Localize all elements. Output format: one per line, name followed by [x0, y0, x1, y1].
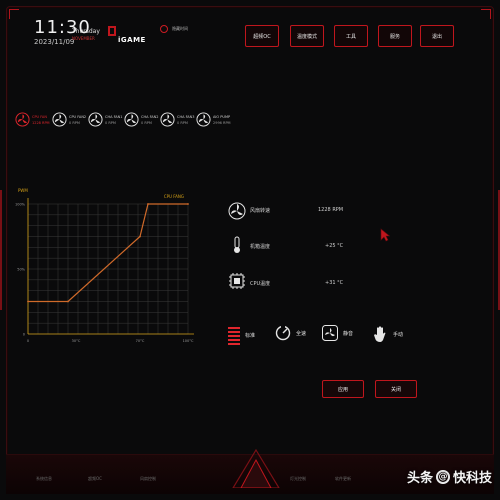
- x-tick-label: 30°C: [72, 339, 81, 343]
- close-button[interactable]: 关闭: [375, 380, 417, 398]
- fan-name: CHA FAN1: [105, 114, 123, 119]
- x-tick-label: 70°C: [136, 339, 145, 343]
- fan-selector-4[interactable]: CHA FAN3 0 RPM: [160, 112, 195, 127]
- curve-point: [147, 203, 149, 205]
- mode-fullspeed-button[interactable]: 全速: [275, 325, 306, 341]
- fan-icon: [196, 112, 211, 127]
- y-tick-label: 50%: [17, 268, 25, 272]
- fan-rpm: 0 RPM: [141, 120, 152, 125]
- side-decoration: [0, 190, 2, 310]
- frame-corner: [9, 9, 19, 19]
- mode-manual-label: 手动: [393, 331, 404, 338]
- bottom-label-2[interactable]: 风扇控制: [140, 476, 156, 482]
- mode-standard-label: 标准: [245, 332, 256, 339]
- bars-icon: [228, 327, 240, 345]
- x-tick-label: 0: [27, 339, 29, 343]
- fan-rpm: 1228 RPM: [32, 120, 50, 125]
- series-label: CPU FANG: [164, 194, 184, 199]
- fan-selector-3[interactable]: CHA FAN2 0 RPM: [124, 112, 159, 127]
- fan-icon: [160, 112, 175, 127]
- bottom-triangle-decoration: [232, 448, 280, 488]
- thermometer-icon: [234, 236, 240, 253]
- fan-name: AIO PUMP: [213, 114, 231, 119]
- fan-rpm: 0 RPM: [177, 120, 188, 125]
- y-tick-label: 100%: [15, 203, 26, 207]
- y-tick-label: 0: [23, 333, 25, 337]
- fan-name: CHA FAN3: [177, 114, 195, 119]
- bottom-label-1[interactable]: 超频OC: [88, 476, 102, 482]
- cpu-chip-icon: [229, 273, 245, 289]
- mode-quiet-label: 静音: [343, 330, 354, 337]
- curve-point: [187, 203, 189, 205]
- fan-speed-value: 1228 RPM: [318, 207, 344, 213]
- at-icon: @: [435, 469, 450, 484]
- fan-rpm: 0 RPM: [105, 120, 116, 125]
- cpu-temp-label: CPU温度: [250, 281, 271, 287]
- mode-standard-button[interactable]: 标准: [228, 325, 255, 345]
- fan-selector-5[interactable]: AIO PUMP 2996 RPM: [196, 112, 231, 127]
- fan-quiet-icon: [322, 325, 338, 341]
- gauge-icon: [275, 325, 291, 341]
- mode-manual-button[interactable]: 手动: [372, 325, 403, 343]
- fan-selector-0[interactable]: CPU FAN 1228 RPM: [15, 112, 50, 127]
- cpu-temp-value: +31 °C: [325, 280, 344, 286]
- fan-icon: [124, 112, 139, 127]
- bottom-label-3[interactable]: 灯光控制: [290, 476, 306, 482]
- fan-name: CHA FAN2: [141, 114, 159, 119]
- toggle-time-checkbox[interactable]: [160, 25, 168, 33]
- bottom-label-4[interactable]: 软件更新: [335, 476, 351, 482]
- curve-point: [67, 300, 69, 303]
- nav-button-3[interactable]: 服务: [378, 25, 412, 47]
- curve-point: [139, 235, 141, 238]
- nav-button-4[interactable]: 退出: [420, 25, 454, 47]
- fan-selector-1[interactable]: CPU FAN2 0 RPM: [52, 112, 86, 127]
- case-temp-label: 机箱温度: [250, 244, 271, 250]
- mouse-cursor-icon: [380, 228, 390, 242]
- fan-speed-label: 风扇转速: [250, 208, 271, 214]
- fan-name: CPU FAN: [32, 114, 47, 119]
- weekday: Thursday: [72, 28, 100, 35]
- fan-selector-2[interactable]: CHA FAN1 0 RPM: [88, 112, 123, 127]
- nav-button-0[interactable]: 超频OC: [245, 25, 279, 47]
- apply-button[interactable]: 应用: [322, 380, 364, 398]
- hand-icon: [374, 326, 386, 342]
- bottom-label-0[interactable]: 系统信息: [36, 476, 52, 482]
- watermark: 头条 @ 快科技: [407, 467, 492, 486]
- fan-icon: [52, 112, 67, 127]
- month-label: NOVEMBER: [72, 36, 95, 41]
- watermark-right: 快科技: [452, 471, 492, 486]
- case-temp-value: +25 °C: [325, 243, 344, 249]
- x-tick-label: 100°C: [183, 339, 194, 343]
- fan-speed-icon: [228, 202, 246, 220]
- watermark-left: 头条: [406, 471, 433, 486]
- fan-curve-chart[interactable]: PWM CPU FANG 0 50% 100% 0 30°C 70°C 100°C: [14, 186, 199, 356]
- logo-text: iGAME: [118, 36, 146, 44]
- fan-icon: [88, 112, 103, 127]
- chart-title: PWM: [18, 188, 28, 193]
- fan-rpm: 0 RPM: [69, 120, 80, 125]
- nav-button-1[interactable]: 温度模式: [290, 25, 324, 47]
- frame-corner: [481, 9, 491, 19]
- fan-name: CPU FAN2: [69, 114, 87, 119]
- curve-point: [27, 300, 29, 303]
- fan-icon: [15, 112, 30, 127]
- mode-fullspeed-label: 全速: [296, 330, 307, 337]
- fan-rpm: 2996 RPM: [213, 120, 231, 125]
- mode-quiet-button[interactable]: 静音: [322, 325, 353, 341]
- toggle-time-label: 隐藏时间: [172, 26, 188, 31]
- nav-button-2[interactable]: 工具: [334, 25, 368, 47]
